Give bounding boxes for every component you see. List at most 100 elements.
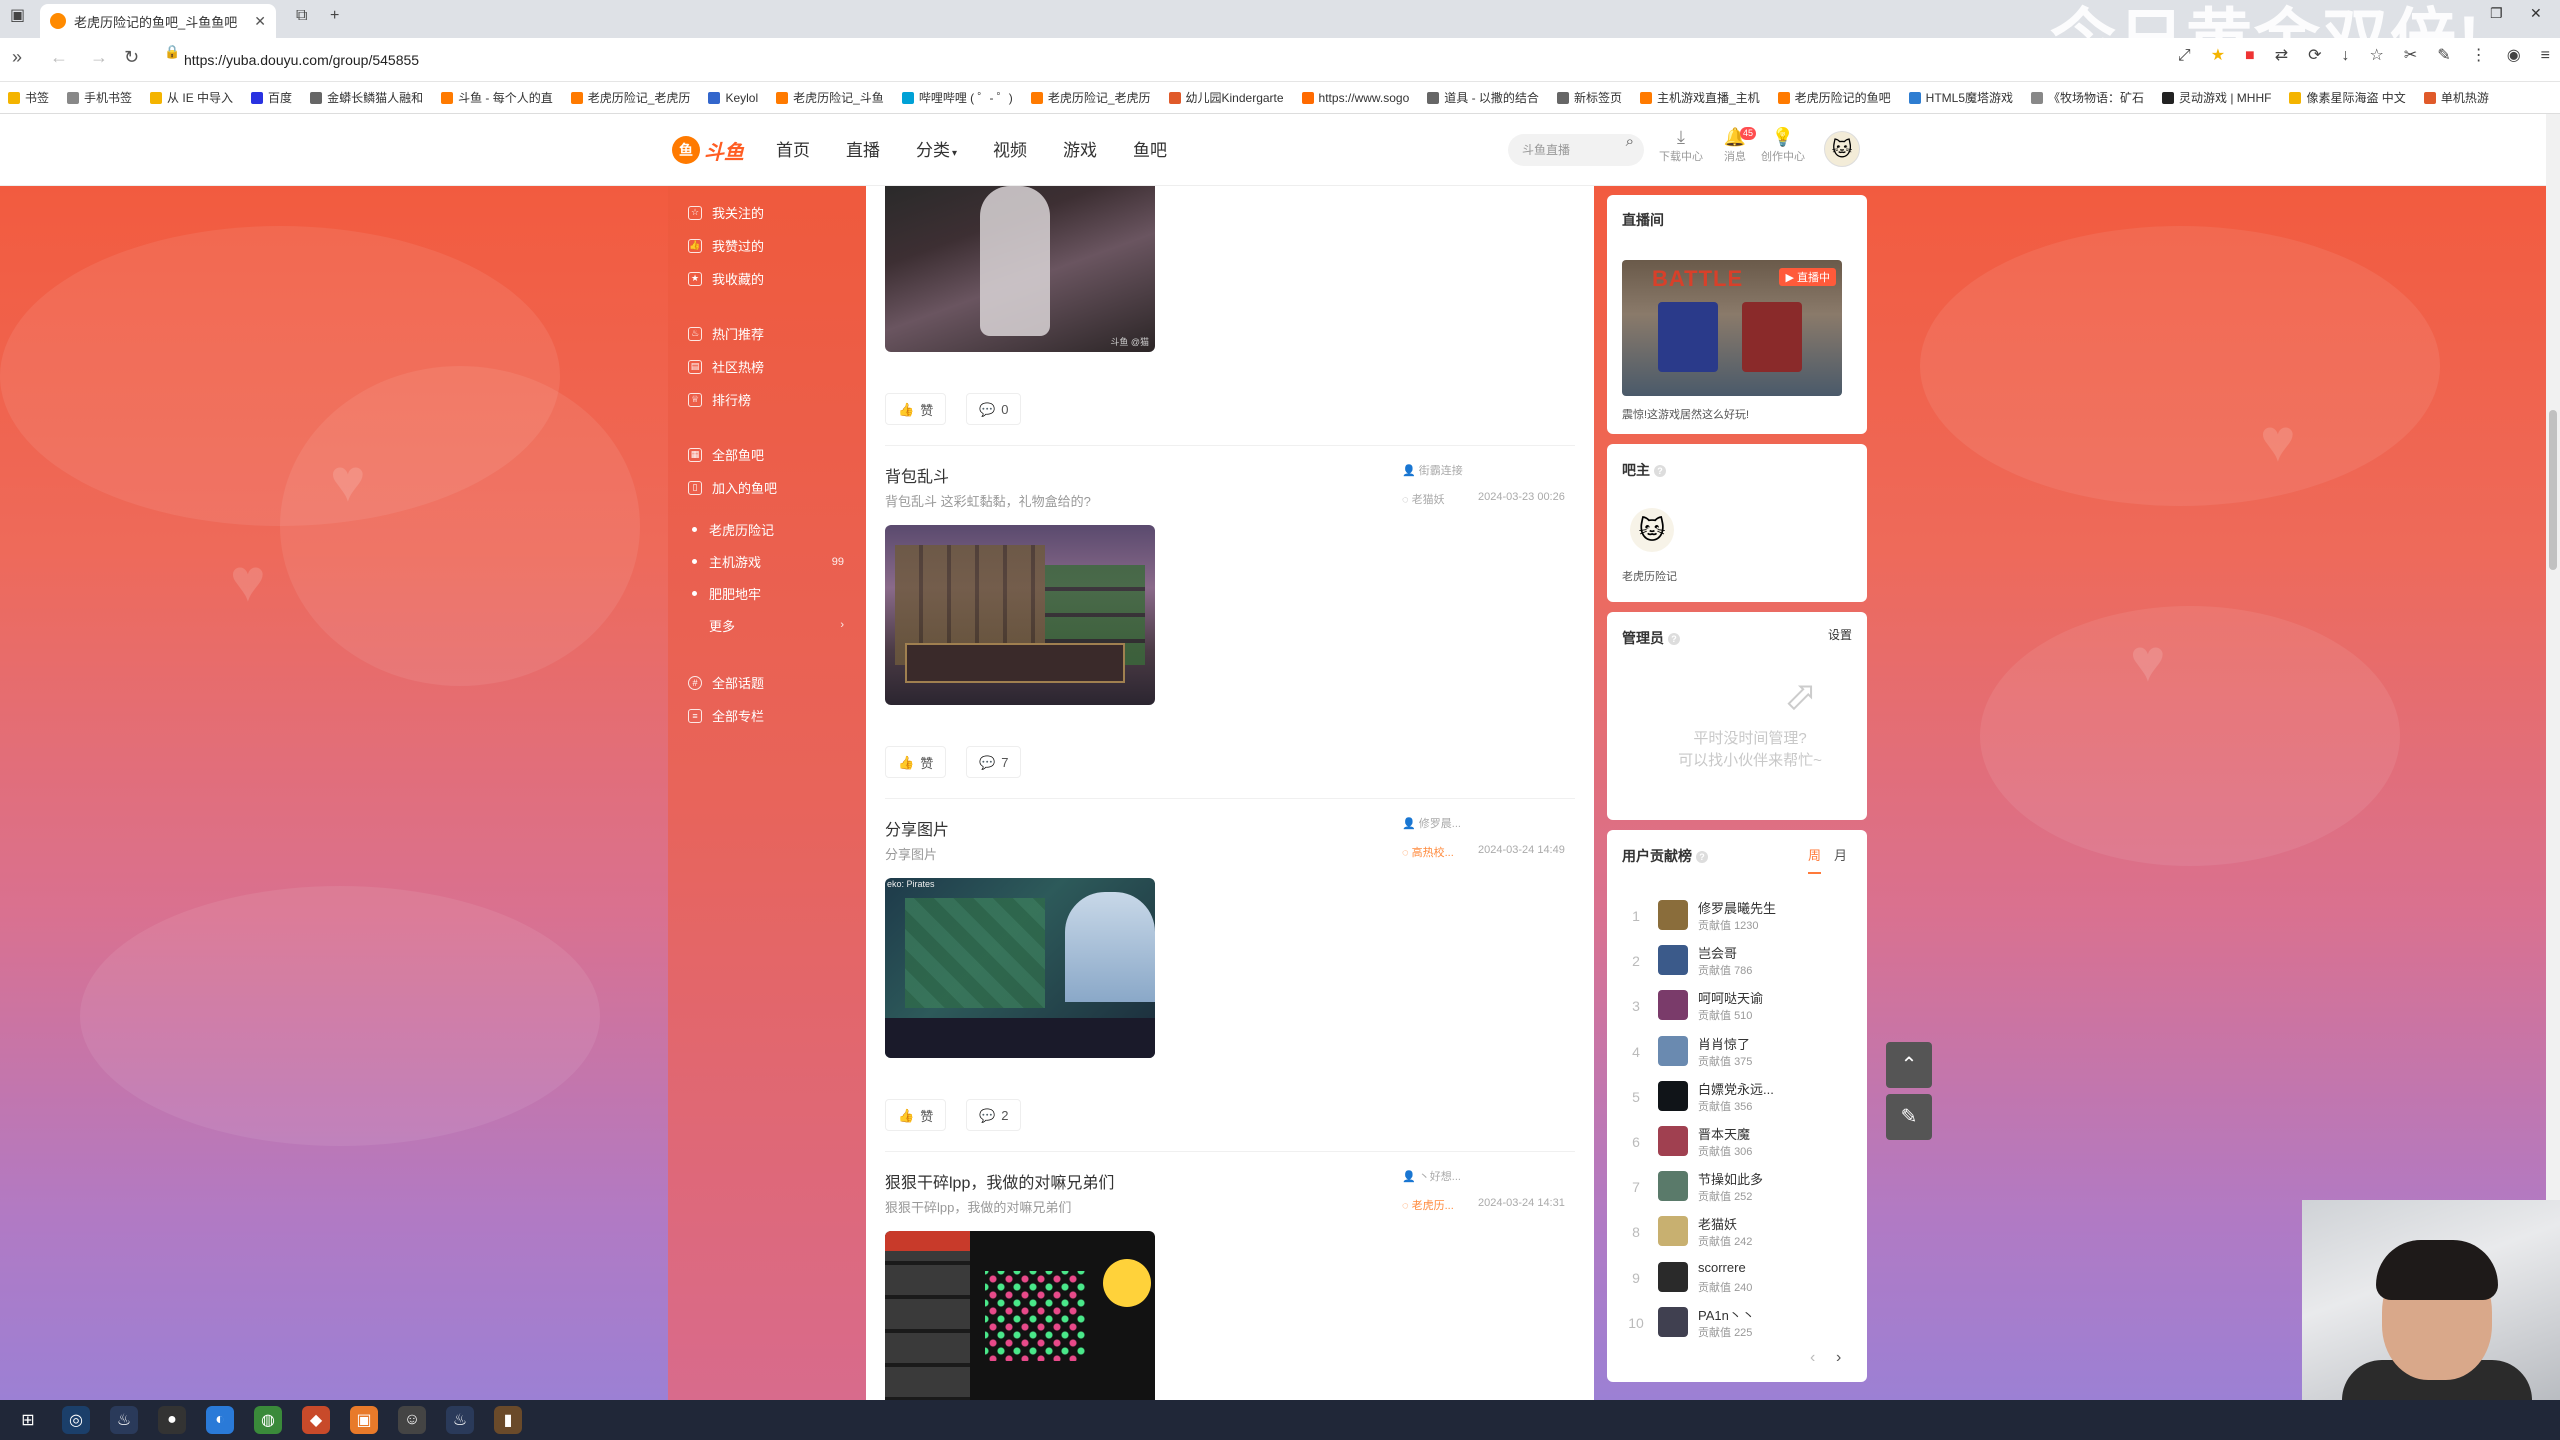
next-page-icon[interactable]: ›	[1836, 1350, 1841, 1366]
rank-username[interactable]: 岂会哥	[1698, 943, 1737, 962]
profile-icon[interactable]: ◉	[2507, 48, 2521, 64]
nav-yuba[interactable]: 鱼吧	[1133, 136, 1167, 161]
bookmark-item[interactable]: 老虎历险记_老虎历	[1030, 89, 1151, 106]
app-icon-7[interactable]: ▣	[350, 1406, 378, 1434]
like-button[interactable]: 👍 赞	[885, 393, 947, 425]
bookmark-item[interactable]: 老虎历险记_老虎历	[570, 89, 690, 106]
favorites-icon[interactable]: ☆	[2370, 48, 2384, 64]
comment-button[interactable]: 💬 0	[966, 393, 1022, 425]
sidebar-item-all-groups[interactable]: ▦ 全部鱼吧	[688, 445, 764, 464]
browser-icon[interactable]: ◐	[206, 1406, 234, 1434]
rank-row[interactable]: 6 晋本天魔 贡献值 306	[1628, 1120, 1848, 1164]
owner-avatar[interactable]: 🐱	[1630, 508, 1674, 552]
bookmark-item[interactable]: 斗鱼 - 每个人的直	[441, 89, 553, 106]
extension-pen-icon[interactable]: ✎	[2437, 48, 2450, 64]
bookmark-item[interactable]: 幼儿园Kindergarte	[1168, 89, 1284, 106]
bookmark-item[interactable]: 道具 - 以撒的结合	[1427, 89, 1539, 106]
search-input[interactable]: 斗鱼直播 ⌕	[1508, 134, 1644, 166]
owner-name[interactable]: 老虎历险记	[1622, 568, 1677, 584]
bookmark-item[interactable]: 金蟒长鳞猫人融和	[310, 89, 423, 106]
post-title[interactable]: 狠狠干碎lpp，我做的对嘛兄弟们	[885, 1169, 1114, 1193]
app-icon-6[interactable]: ◆	[302, 1406, 330, 1434]
post-title[interactable]: 背包乱斗	[885, 463, 949, 487]
app-icon-10[interactable]: ▮	[494, 1406, 522, 1434]
rank-row[interactable]: 8 老猫妖 贡献值 242	[1628, 1210, 1848, 1254]
rank-row[interactable]: 9 scorrere 贡献值 240	[1628, 1256, 1848, 1300]
post-tag[interactable]: ◌ 老猫妖	[1402, 491, 1445, 507]
post-description[interactable]: 狠狠干碎lpp，我做的对嘛兄弟们	[885, 1197, 1071, 1216]
comment-button[interactable]: 💬 7	[966, 746, 1022, 778]
rank-username[interactable]: 白嫖党永远...	[1698, 1079, 1774, 1098]
new-post-button[interactable]: ✎	[1886, 1094, 1932, 1140]
post-description[interactable]: 背包乱斗 这彩虹黏黏，礼物盒给的?	[885, 491, 1091, 510]
translate-icon[interactable]: ⤢	[2178, 48, 2191, 64]
post-description[interactable]: 分享图片	[885, 844, 937, 863]
rank-row[interactable]: 10 PA1n丶丶 贡献值 225	[1628, 1301, 1848, 1345]
rank-username[interactable]: scorrere	[1698, 1260, 1746, 1275]
restore-window-icon[interactable]: ❐	[2490, 6, 2503, 20]
douyu-logo[interactable]: 鱼 斗鱼	[672, 132, 748, 168]
extension-sync-icon[interactable]: ⟳	[2308, 48, 2321, 64]
sidebar-more[interactable]: 更多 ›	[709, 616, 844, 635]
sidebar-item-following[interactable]: ☆ 我关注的	[688, 203, 764, 222]
nav-live[interactable]: 直播	[846, 136, 880, 161]
bookmark-item[interactable]: 从 IE 中导入	[150, 89, 233, 106]
post-author[interactable]: 👤 丶好想...	[1402, 1168, 1461, 1184]
app-icon-1[interactable]: ◎	[62, 1406, 90, 1434]
sidebar-item-hot[interactable]: ♨ 热门推荐	[688, 324, 764, 343]
post-image[interactable]	[885, 525, 1155, 705]
post-image[interactable]: 斗鱼 @猫	[885, 186, 1155, 352]
new-tab-icon[interactable]: +	[330, 8, 339, 24]
bookmark-item[interactable]: 新标签页	[1556, 89, 1622, 106]
rank-avatar[interactable]	[1658, 1171, 1688, 1202]
user-avatar[interactable]: 🐱	[1824, 131, 1860, 167]
help-icon[interactable]: ?	[1668, 633, 1680, 646]
rank-avatar[interactable]	[1658, 1080, 1688, 1111]
record-icon[interactable]: ●	[158, 1406, 186, 1434]
nav-home[interactable]: 首页	[776, 136, 810, 161]
rank-row[interactable]: 5 白嫖党永远... 贡献值 356	[1628, 1075, 1848, 1119]
rank-avatar[interactable]	[1658, 900, 1688, 930]
bookmark-item[interactable]: 《牧场物语：矿石	[2031, 89, 2144, 106]
rank-username[interactable]: 晋本天魔	[1698, 1124, 1750, 1143]
bookmark-item[interactable]: 灵动游戏 | MHHF	[2162, 89, 2271, 106]
window-menu-icon[interactable]: ▣	[10, 8, 25, 24]
live-room-caption[interactable]: 震惊!这游戏居然这么好玩!	[1622, 406, 1749, 422]
rank-username[interactable]: PA1n丶丶	[1698, 1305, 1755, 1324]
app-icon-5[interactable]: ◍	[254, 1406, 282, 1434]
tab-list-icon[interactable]: ⧉	[296, 8, 307, 24]
rank-row[interactable]: 7 节操如此多 贡献值 252	[1628, 1165, 1848, 1209]
sidebar-item-community-hot[interactable]: ▤ 社区热榜	[688, 357, 764, 376]
download-arrow-icon[interactable]: ↓	[2342, 48, 2350, 64]
post-tag[interactable]: ◌ 老虎历...	[1402, 1197, 1454, 1213]
bookmark-item[interactable]: Keylol	[708, 91, 758, 105]
nav-video[interactable]: 视频	[993, 136, 1027, 161]
app-icon-8[interactable]: ☺	[398, 1406, 426, 1434]
sidebar-item-liked[interactable]: 👍 我赞过的	[688, 236, 764, 255]
sidebar-toggle-icon[interactable]: »	[12, 48, 22, 66]
page-scrollbar-thumb[interactable]	[2549, 410, 2557, 570]
bookmark-item[interactable]: HTML5魔塔游戏	[1908, 89, 2013, 106]
rank-avatar[interactable]	[1658, 1035, 1688, 1066]
bookmark-item[interactable]: 哔哩哔哩 ( ゜- ゜)	[901, 89, 1013, 106]
back-icon[interactable]: ←	[50, 48, 68, 66]
windows-start-icon[interactable]: ⊞	[14, 1406, 42, 1434]
rank-row[interactable]: 2 岂会哥 贡献值 786	[1628, 939, 1848, 983]
steam-icon-2[interactable]: ♨	[446, 1406, 474, 1434]
rank-username[interactable]: 肖肖惊了	[1698, 1034, 1750, 1053]
close-tab-icon[interactable]: ✕	[254, 14, 266, 28]
reload-icon[interactable]: ↻	[124, 48, 139, 66]
rank-avatar[interactable]	[1658, 945, 1688, 976]
post-author[interactable]: 👤 修罗晨...	[1402, 815, 1461, 831]
sidebar-item-favorites[interactable]: ★ 我收藏的	[688, 269, 764, 288]
bookmark-item[interactable]: 百度	[251, 89, 292, 106]
sidebar-joined-item[interactable]: 老虎历险记	[692, 520, 844, 539]
rank-tab-week[interactable]: 周	[1808, 845, 1822, 874]
url-field[interactable]: 🔒 https://yuba.douyu.com/group/545855	[160, 45, 2110, 75]
bookmark-item[interactable]: 老虎历险记_斗鱼	[776, 89, 884, 106]
download-center-button[interactable]: ⤓ 下载中心	[1656, 128, 1706, 164]
rank-avatar[interactable]	[1658, 1306, 1688, 1337]
help-icon[interactable]: ?	[1654, 465, 1666, 478]
sidebar-item-ranking[interactable]: ♕ 排行榜	[688, 390, 751, 409]
post-image[interactable]: eko: Pirates	[885, 878, 1155, 1058]
